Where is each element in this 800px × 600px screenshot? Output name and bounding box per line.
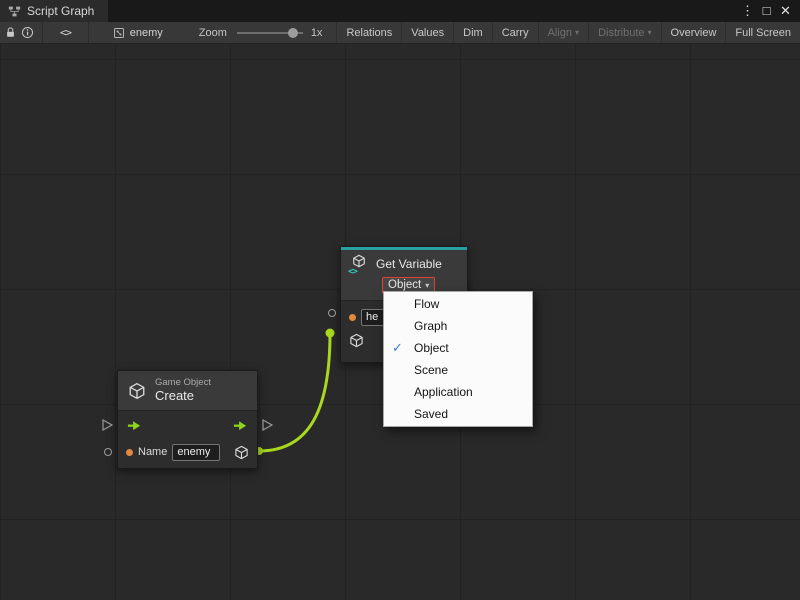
string-port-icon[interactable]	[126, 449, 133, 456]
graph-name: enemy	[130, 27, 163, 39]
menu-item-label: Scene	[414, 363, 448, 377]
gameobject-output-port-icon[interactable]	[234, 445, 249, 460]
menu-item-application[interactable]: Application	[384, 381, 532, 403]
connection-end-port[interactable]	[326, 329, 335, 338]
toolbar-separator	[42, 22, 43, 43]
align-button[interactable]: Align ▾	[538, 22, 588, 43]
menu-item-label: Flow	[414, 297, 439, 311]
full-screen-button[interactable]: Full Screen	[725, 22, 800, 43]
string-port-icon[interactable]	[349, 314, 356, 321]
graph-canvas[interactable]: Game Object Create Name enemy	[0, 44, 800, 600]
menu-item-label: Object	[414, 341, 449, 355]
values-label: Values	[411, 27, 444, 39]
variable-name-port[interactable]	[328, 309, 336, 317]
relations-label: Relations	[346, 27, 392, 39]
tab-script-graph[interactable]: Script Graph	[0, 0, 108, 22]
lock-icon	[4, 26, 17, 39]
zoom-value: 1x	[311, 27, 323, 39]
full-screen-label: Full Screen	[735, 27, 791, 39]
gameobject-input-port-icon[interactable]	[349, 333, 364, 348]
menu-item-flow[interactable]: Flow	[384, 293, 532, 315]
variable-icon: <>	[349, 254, 369, 274]
maximize-icon[interactable]: □	[758, 0, 775, 22]
carry-label: Carry	[502, 27, 529, 39]
chevron-down-icon: ▾	[648, 28, 652, 37]
graph-icon	[8, 5, 21, 18]
overview-label: Overview	[671, 27, 717, 39]
node-title: Get Variable	[376, 257, 442, 271]
zoom-label: Zoom	[199, 27, 227, 39]
flow-port-row	[118, 411, 257, 439]
graph-breadcrumb[interactable]: enemy	[113, 27, 163, 39]
flow-out-arrow-icon[interactable]	[233, 418, 248, 433]
lock-button[interactable]	[2, 22, 19, 43]
dim-label: Dim	[463, 27, 483, 39]
zoom-slider[interactable]	[237, 32, 303, 34]
variable-kind-menu: Flow Graph ✓ Object Scene Application Sa…	[383, 291, 533, 427]
carry-button[interactable]: Carry	[492, 22, 538, 43]
menu-item-object[interactable]: ✓ Object	[384, 337, 532, 359]
values-button[interactable]: Values	[401, 22, 453, 43]
node-title: Create	[155, 389, 211, 404]
graph-asset-icon	[113, 27, 125, 39]
distribute-label: Distribute	[598, 27, 644, 39]
name-input-port[interactable]	[104, 448, 112, 456]
name-input[interactable]: enemy	[172, 444, 220, 461]
window-controls: ⋮ □ ✕	[739, 0, 800, 22]
connection-create-to-getvariable[interactable]	[255, 329, 335, 456]
cube-icon	[128, 382, 146, 400]
menu-item-label: Application	[414, 385, 473, 399]
menu-item-graph[interactable]: Graph	[384, 315, 532, 337]
menu-item-label: Saved	[414, 407, 448, 421]
name-param-row: Name enemy	[118, 439, 257, 465]
info-button[interactable]	[19, 22, 36, 43]
kebab-menu-icon[interactable]: ⋮	[739, 0, 756, 22]
toolbar-buttons: Relations Values Dim Carry Align ▾ Distr…	[336, 22, 800, 43]
flow-output-port[interactable]	[261, 418, 275, 432]
flow-input-port[interactable]	[101, 418, 115, 432]
info-icon	[21, 26, 34, 39]
menu-item-label: Graph	[414, 319, 447, 333]
flow-in-arrow-icon[interactable]	[127, 418, 142, 433]
name-param-label: Name	[138, 446, 167, 458]
create-node-header[interactable]: Game Object Create	[118, 371, 257, 411]
graph-toolbar: <> enemy Zoom 1x Relations Values Dim Ca…	[0, 22, 800, 44]
zoom-slider-thumb[interactable]	[288, 28, 298, 38]
menu-item-scene[interactable]: Scene	[384, 359, 532, 381]
check-icon: ✓	[392, 337, 403, 359]
overview-button[interactable]: Overview	[661, 22, 726, 43]
titlebar: Script Graph ⋮ □ ✕	[0, 0, 800, 22]
code-icon: <>	[348, 267, 357, 277]
scope-value: Object	[388, 279, 421, 291]
close-icon[interactable]: ✕	[777, 0, 794, 22]
chevron-down-icon: ▾	[575, 28, 579, 37]
chevron-down-icon: ▾	[425, 281, 429, 290]
code-button[interactable]: <>	[57, 22, 74, 43]
toolbar-separator	[88, 22, 89, 43]
dim-button[interactable]: Dim	[453, 22, 492, 43]
tab-label: Script Graph	[27, 4, 94, 18]
menu-item-saved[interactable]: Saved	[384, 403, 532, 425]
relations-button[interactable]: Relations	[336, 22, 401, 43]
node-gameobject-create[interactable]: Game Object Create Name enemy	[117, 370, 258, 469]
distribute-button[interactable]: Distribute ▾	[588, 22, 660, 43]
code-icon: <>	[60, 26, 71, 39]
align-label: Align	[548, 27, 572, 39]
